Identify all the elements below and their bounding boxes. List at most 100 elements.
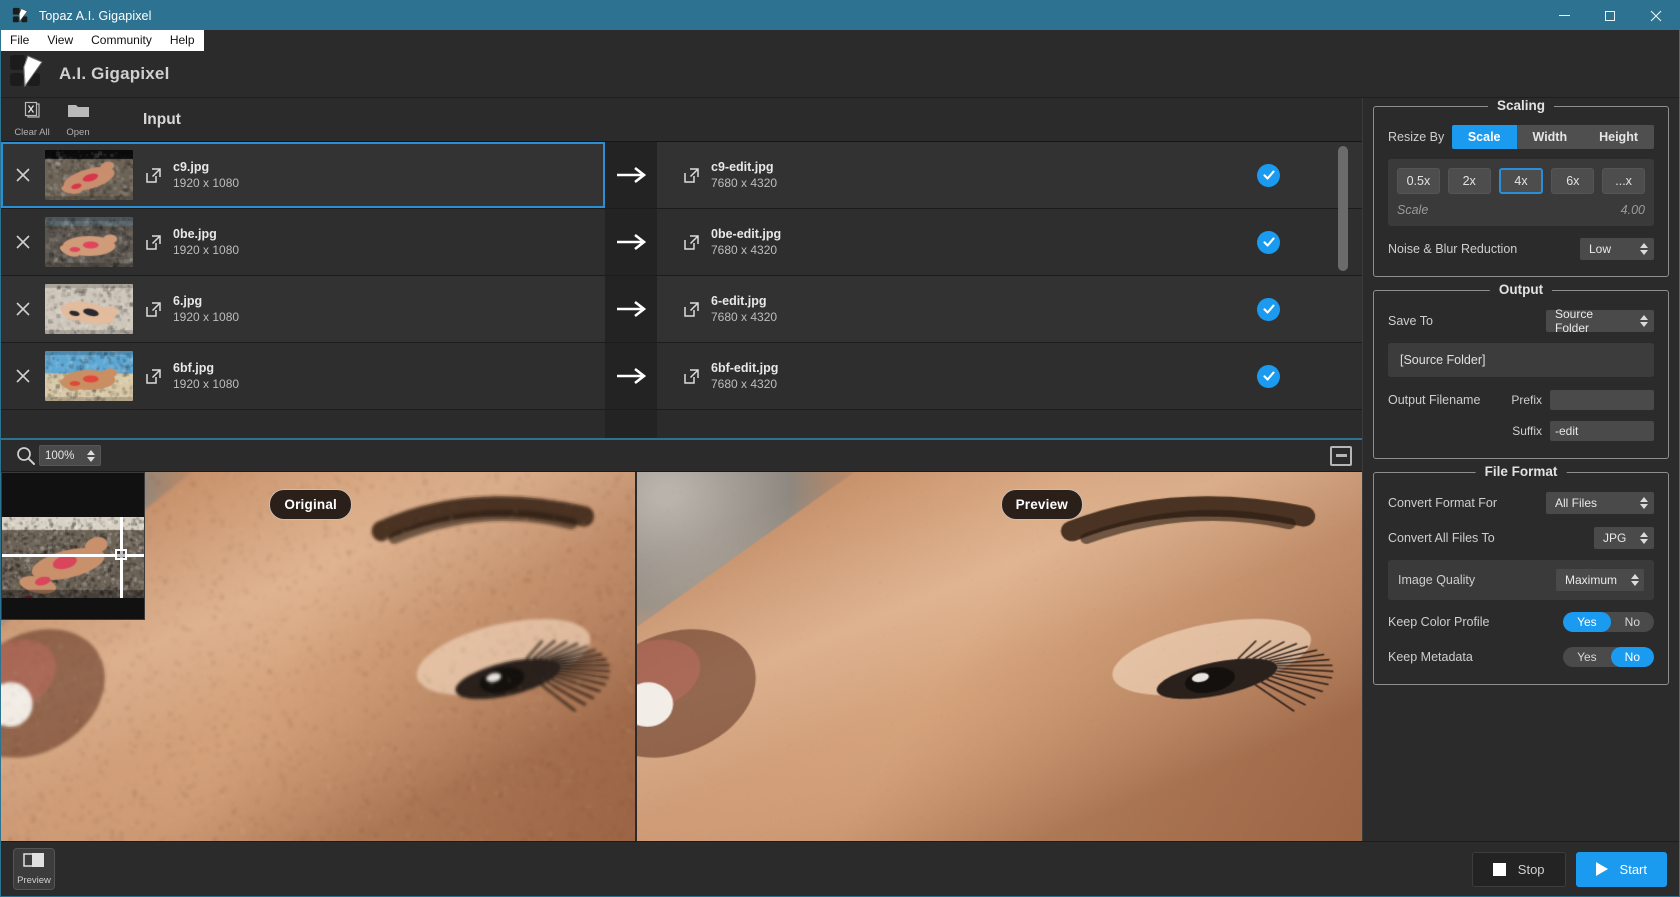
status-badge xyxy=(1257,230,1280,254)
file-rows: c9.jpg 1920 x 1080 0be.jpg 1920 x 1080 6.jpg… xyxy=(1,142,1362,438)
save-to-select[interactable]: Source Folder xyxy=(1546,307,1654,335)
zoom-level-stepper[interactable]: 100% xyxy=(39,445,101,466)
clear-all-icon xyxy=(21,101,43,125)
navigator-thumbnail[interactable] xyxy=(1,472,145,620)
image-quality-select[interactable]: Maximum xyxy=(1556,569,1644,591)
file-list-scrollbar[interactable] xyxy=(1338,146,1348,430)
zoom-level-value: 100% xyxy=(45,449,75,462)
keep-color-profile-no[interactable]: No xyxy=(1611,612,1654,632)
convert-format-for-select[interactable]: All Files xyxy=(1546,492,1654,514)
remove-file-icon[interactable] xyxy=(1,234,45,250)
output-file-dimensions: 7680 x 4320 xyxy=(711,377,778,391)
preview-toggle-label: Preview xyxy=(17,875,51,886)
file-thumbnail xyxy=(45,150,133,200)
remove-file-icon[interactable] xyxy=(1,368,45,384)
open-external-icon[interactable] xyxy=(671,234,711,251)
table-row[interactable]: 6bf-edit.jpg 7680 x 4320 xyxy=(657,343,1362,410)
table-row[interactable]: 6-edit.jpg 7680 x 4320 xyxy=(657,276,1362,343)
start-button[interactable]: Start xyxy=(1575,851,1667,887)
table-row[interactable]: c9.jpg 1920 x 1080 xyxy=(1,142,605,209)
gigapixel-brand-icon xyxy=(9,53,45,96)
suffix-row: Suffix -edit xyxy=(1388,418,1654,444)
menu-file[interactable]: File xyxy=(1,30,38,51)
resize-mode-scale[interactable]: Scale xyxy=(1451,125,1517,149)
suffix-input[interactable]: -edit xyxy=(1550,421,1654,441)
open-button[interactable]: Open xyxy=(55,101,101,138)
keep-color-profile-label: Keep Color Profile xyxy=(1388,615,1490,629)
table-row[interactable]: 0be.jpg 1920 x 1080 xyxy=(1,209,605,276)
output-file-name: c9-edit.jpg xyxy=(711,160,774,174)
table-row[interactable]: 0be-edit.jpg 7680 x 4320 xyxy=(657,209,1362,276)
input-file-dimensions: 1920 x 1080 xyxy=(173,243,240,257)
magnifier-icon[interactable] xyxy=(11,446,39,465)
prefix-label: Prefix xyxy=(1511,393,1542,407)
gigapixel-logo-icon xyxy=(7,7,33,24)
file-thumbnail xyxy=(45,284,133,334)
scaling-group: Scaling Resize By Scale Width Height 0.5… xyxy=(1373,98,1669,277)
brand-header: A.I. Gigapixel xyxy=(1,51,1679,98)
output-file-name: 0be-edit.jpg xyxy=(711,227,782,241)
maximize-icon[interactable] xyxy=(1587,1,1633,30)
open-external-icon[interactable] xyxy=(671,301,711,318)
input-file-name: 0be.jpg xyxy=(173,227,217,241)
minimize-icon[interactable] xyxy=(1541,1,1587,30)
scale-preset-0-5x[interactable]: 0.5x xyxy=(1397,168,1440,194)
original-pane[interactable]: Original xyxy=(1,472,635,841)
convert-all-files-to-label: Convert All Files To xyxy=(1388,531,1495,545)
convert-format-for-row: Convert Format For All Files xyxy=(1388,490,1654,516)
file-thumbnail xyxy=(45,351,133,401)
preview-toggle-button[interactable]: Preview xyxy=(13,848,55,890)
output-path-field[interactable]: [Source Folder] xyxy=(1388,343,1654,377)
open-external-icon[interactable] xyxy=(671,368,711,385)
remove-file-icon[interactable] xyxy=(1,167,45,183)
menu-view[interactable]: View xyxy=(38,30,82,51)
menu-community[interactable]: Community xyxy=(82,30,161,51)
conversion-arrow-icon xyxy=(605,276,657,343)
convert-all-files-to-select[interactable]: JPG xyxy=(1594,527,1654,549)
clear-all-button[interactable]: Clear All xyxy=(9,101,55,138)
resize-mode-height[interactable]: Height xyxy=(1583,125,1654,149)
scrollbar-thumb[interactable] xyxy=(1338,146,1348,271)
input-file-dimensions: 1920 x 1080 xyxy=(173,377,240,391)
output-file-dimensions: 7680 x 4320 xyxy=(711,310,778,324)
keep-metadata-yes[interactable]: Yes xyxy=(1563,647,1611,667)
open-external-icon[interactable] xyxy=(133,167,173,184)
single-view-icon[interactable] xyxy=(1330,445,1352,466)
play-icon xyxy=(1595,862,1608,876)
resize-mode-width[interactable]: Width xyxy=(1516,125,1584,149)
convert-all-files-to-row: Convert All Files To JPG xyxy=(1388,525,1654,551)
open-external-icon[interactable] xyxy=(133,368,173,385)
start-label: Start xyxy=(1619,861,1647,877)
navigator-viewport-box[interactable] xyxy=(115,549,127,560)
convert-all-files-to-value: JPG xyxy=(1603,531,1627,545)
stop-button[interactable]: Stop xyxy=(1471,851,1566,887)
table-row[interactable]: 6.jpg 1920 x 1080 xyxy=(1,276,605,343)
split-view-icon xyxy=(23,852,45,874)
keep-color-profile-yes[interactable]: Yes xyxy=(1563,612,1611,632)
scale-preset-6x[interactable]: 6x xyxy=(1551,168,1595,194)
scale-value-label: Scale xyxy=(1397,203,1429,217)
noise-reduction-select[interactable]: Low xyxy=(1580,238,1654,260)
table-row[interactable]: c9-edit.jpg 7680 x 4320 xyxy=(657,142,1362,209)
scale-preset-custom[interactable]: ...x xyxy=(1602,168,1645,194)
remove-file-icon[interactable] xyxy=(1,301,45,317)
title-bar: Topaz A.I. Gigapixel xyxy=(1,1,1679,30)
scale-value: 4.00 xyxy=(1620,203,1645,217)
scale-preset-2x[interactable]: 2x xyxy=(1447,168,1491,194)
preview-pane[interactable]: Preview xyxy=(637,472,1362,841)
table-row[interactable]: 6bf.jpg 1920 x 1080 xyxy=(1,343,605,410)
open-external-icon[interactable] xyxy=(671,167,711,184)
open-external-icon[interactable] xyxy=(133,234,173,251)
input-column: c9.jpg 1920 x 1080 0be.jpg 1920 x 1080 6.jpg… xyxy=(1,142,605,438)
window-title: Topaz A.I. Gigapixel xyxy=(39,8,152,23)
preview-label: Preview xyxy=(1000,489,1083,520)
scale-preset-4x[interactable]: 4x xyxy=(1498,168,1544,194)
open-external-icon[interactable] xyxy=(133,301,173,318)
output-group: Output Save To Source Folder [Source Fol… xyxy=(1373,282,1669,459)
menu-help[interactable]: Help xyxy=(161,30,204,51)
prefix-input[interactable] xyxy=(1550,390,1654,410)
close-icon[interactable] xyxy=(1633,1,1679,30)
output-file-dimensions: 7680 x 4320 xyxy=(711,243,778,257)
keep-metadata-no[interactable]: No xyxy=(1610,647,1654,667)
input-column-header: Input xyxy=(143,110,181,128)
